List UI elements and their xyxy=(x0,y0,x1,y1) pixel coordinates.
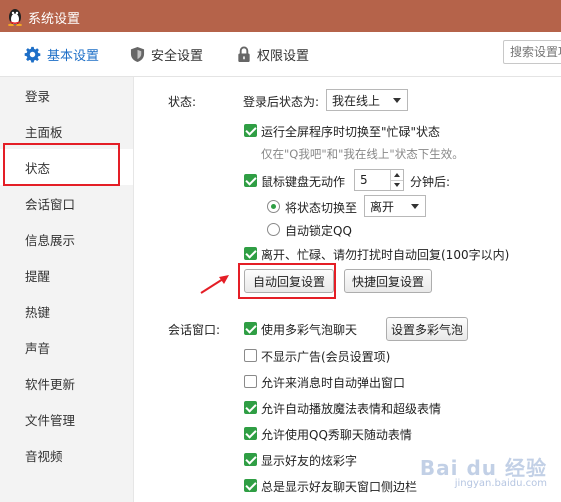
chevron-down-icon xyxy=(393,98,401,103)
auto-reply-settings-button[interactable]: 自动回复设置 xyxy=(244,269,334,293)
shield-icon xyxy=(130,46,145,62)
tab-security-settings[interactable]: 安全设置 xyxy=(130,32,203,76)
chat-option-label: 允许使用QQ秀聊天随动表情 xyxy=(261,428,412,442)
tab-permission-settings[interactable]: 权限设置 xyxy=(237,32,309,76)
login-status-dropdown[interactable]: 我在线上 xyxy=(326,89,408,111)
sidebar-item-software-update[interactable]: 软件更新 xyxy=(0,365,133,401)
watermark-logo: Bai du 经验 xyxy=(419,456,547,480)
minutes-suffix: 分钟后: xyxy=(410,175,451,189)
sidebar: 登录 主面板 状态 会话窗口 信息展示 提醒 热键 声音 软件更新 文件管理 音… xyxy=(0,77,134,502)
chat-option-checkbox-auto-popup[interactable] xyxy=(244,375,257,388)
chat-option-checkbox-sidebar[interactable] xyxy=(244,479,257,492)
chat-option-label: 显示好友的炫彩字 xyxy=(261,454,358,468)
switch-status-radio[interactable] xyxy=(267,200,280,213)
fullscreen-note: 仅在"Q我吧"和"我在线上"状态下生效。 xyxy=(261,147,464,161)
login-status-label: 登录后状态为: xyxy=(243,95,320,109)
window-title: 系统设置 xyxy=(28,12,81,27)
chat-option-label: 总是显示好友聊天窗口侧边栏 xyxy=(261,480,418,494)
title-bar: 系统设置 xyxy=(0,0,561,32)
stepper-down-icon[interactable] xyxy=(390,180,403,190)
sidebar-item-main-panel[interactable]: 主面板 xyxy=(0,113,133,149)
gear-icon xyxy=(24,46,41,62)
chat-option-label: 使用多彩气泡聊天 xyxy=(261,323,358,337)
sidebar-item-login[interactable]: 登录 xyxy=(0,77,133,113)
quick-reply-settings-button[interactable]: 快捷回复设置 xyxy=(344,269,432,293)
tab-bar: 基本设置 安全设置 权限设置 xyxy=(0,32,561,77)
status-section-label: 状态: xyxy=(168,95,197,109)
qq-penguin-icon xyxy=(8,9,22,26)
watermark-url: jingyan.baidu.com xyxy=(454,478,547,489)
chat-option-checkbox-no-ads[interactable] xyxy=(244,349,257,362)
tab-label: 安全设置 xyxy=(151,48,204,64)
auto-reply-label: 离开、忙碌、请勿打扰时自动回复(100字以内) xyxy=(261,248,510,262)
tab-basic-settings[interactable]: 基本设置 xyxy=(24,32,99,76)
auto-reply-checkbox[interactable] xyxy=(244,247,257,260)
fullscreen-busy-label: 运行全屏程序时切换至"忙碌"状态 xyxy=(261,125,441,139)
dropdown-value: 我在线上 xyxy=(332,93,381,108)
fullscreen-busy-checkbox[interactable] xyxy=(244,124,257,137)
search-input[interactable] xyxy=(503,40,561,64)
sidebar-item-chat-window[interactable]: 会话窗口 xyxy=(0,185,133,221)
sidebar-item-status[interactable]: 状态 xyxy=(0,149,133,185)
sidebar-item-file-management[interactable]: 文件管理 xyxy=(0,401,133,437)
auto-lock-radio[interactable] xyxy=(267,223,280,236)
chat-option-checkbox-bubbles[interactable] xyxy=(244,322,257,335)
switch-status-dropdown[interactable]: 离开 xyxy=(364,195,426,217)
chat-option-label: 允许自动播放魔法表情和超级表情 xyxy=(261,402,442,416)
dropdown-value: 离开 xyxy=(370,199,395,214)
chat-option-label: 允许来消息时自动弹出窗口 xyxy=(261,376,406,390)
idle-checkbox[interactable] xyxy=(244,174,257,187)
chat-window-section-label: 会话窗口: xyxy=(168,323,221,337)
sidebar-item-info-display[interactable]: 信息展示 xyxy=(0,221,133,257)
switch-status-label: 将状态切换至 xyxy=(285,201,358,215)
tab-label: 权限设置 xyxy=(257,48,310,64)
sidebar-item-audio-video[interactable]: 音视频 xyxy=(0,437,133,473)
chevron-down-icon xyxy=(411,204,419,209)
chat-option-checkbox-qqshow[interactable] xyxy=(244,427,257,440)
chat-option-label: 不显示广告(会员设置项) xyxy=(261,350,391,364)
idle-label: 鼠标键盘无动作 xyxy=(261,175,346,189)
lock-icon xyxy=(238,46,250,62)
stepper-value: 5 xyxy=(360,173,368,187)
chat-option-checkbox-magic-emoticons[interactable] xyxy=(244,401,257,414)
auto-lock-label: 自动锁定QQ xyxy=(285,224,352,238)
sidebar-item-hotkeys[interactable]: 热键 xyxy=(0,293,133,329)
set-bubble-button[interactable]: 设置多彩气泡 xyxy=(386,317,468,341)
sidebar-item-reminder[interactable]: 提醒 xyxy=(0,257,133,293)
sidebar-item-sound[interactable]: 声音 xyxy=(0,329,133,365)
tab-label: 基本设置 xyxy=(47,48,100,64)
idle-minutes-stepper[interactable]: 5 xyxy=(354,169,404,191)
chat-option-checkbox-colorful-text[interactable] xyxy=(244,453,257,466)
red-arrow-icon xyxy=(200,275,229,294)
